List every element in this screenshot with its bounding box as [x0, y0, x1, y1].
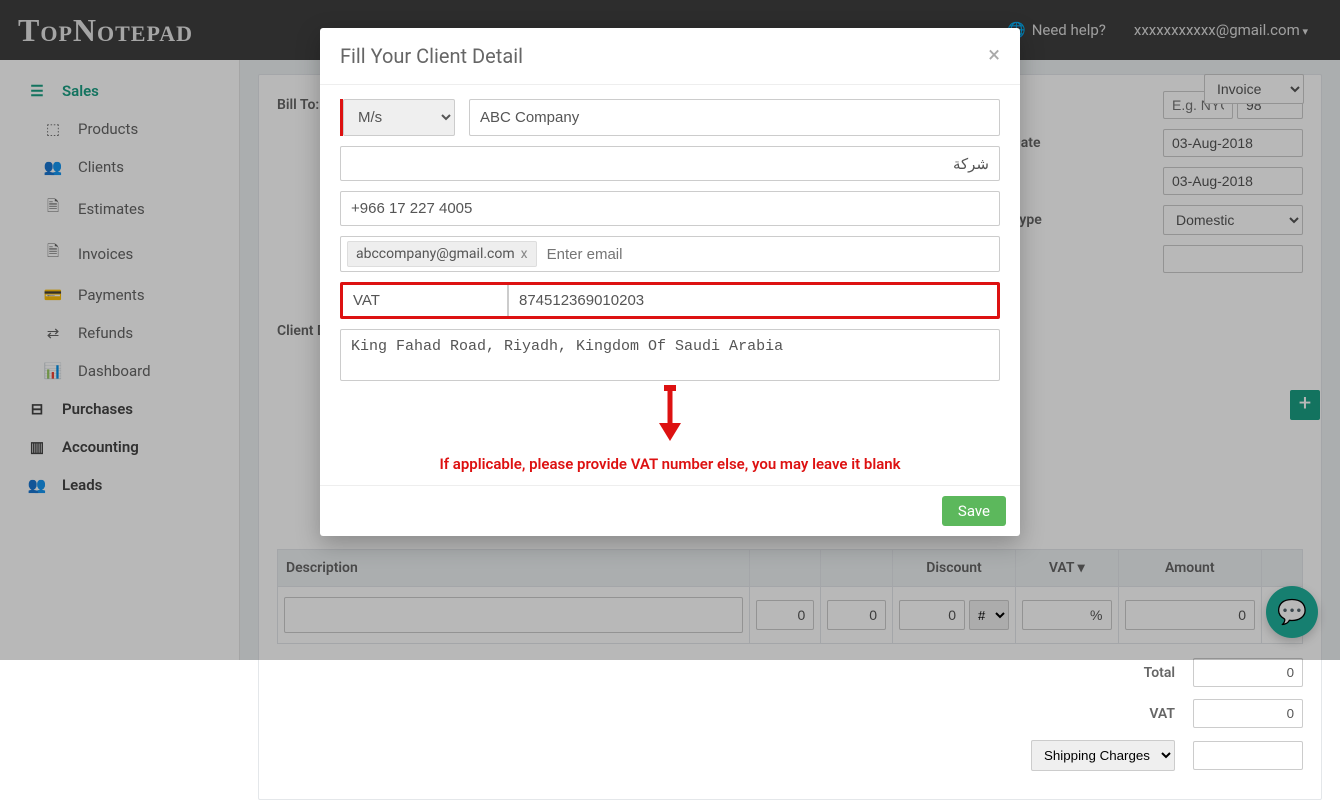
modal-overlay: Fill Your Client Detail × M/s abccompany… [0, 0, 1340, 660]
total-value[interactable] [1193, 658, 1303, 687]
total-label: Total [1144, 665, 1175, 681]
company-alt-input[interactable] [340, 146, 1000, 181]
shipping-select[interactable]: Shipping Charges [1031, 740, 1175, 771]
vat-total-label: VAT [1149, 706, 1175, 722]
vat-number-input[interactable] [508, 285, 997, 316]
close-icon[interactable]: × [988, 45, 1000, 67]
address-textarea[interactable] [340, 329, 1000, 381]
chip-remove-icon[interactable]: x [521, 246, 528, 262]
vat-row [340, 282, 1000, 319]
honorific-select[interactable]: M/s [343, 99, 455, 136]
shipping-value[interactable] [1193, 741, 1303, 770]
email-box[interactable]: abccompany@gmail.com x [340, 236, 1000, 272]
email-chip-text: abccompany@gmail.com [356, 246, 515, 262]
vat-label-input[interactable] [343, 285, 508, 316]
phone-input[interactable] [340, 191, 1000, 226]
vat-total-value[interactable] [1193, 699, 1303, 728]
email-chip: abccompany@gmail.com x [347, 241, 537, 267]
arrow-down-icon [655, 385, 685, 443]
modal-title: Fill Your Client Detail [340, 44, 523, 68]
client-detail-modal: Fill Your Client Detail × M/s abccompany… [320, 28, 1020, 536]
annotation-text: If applicable, please provide VAT number… [340, 455, 1000, 473]
company-name-input[interactable] [469, 99, 1000, 136]
email-input[interactable] [545, 242, 993, 267]
save-button[interactable]: Save [942, 496, 1006, 526]
